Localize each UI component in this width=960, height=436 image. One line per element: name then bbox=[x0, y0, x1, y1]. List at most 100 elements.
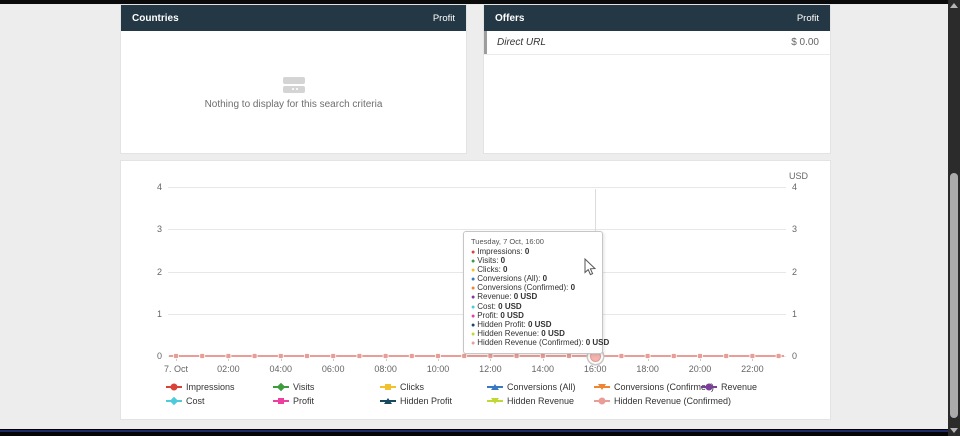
legend-item[interactable]: Hidden Revenue (Confirmed) bbox=[594, 396, 701, 406]
y-axis-label-right: 2 bbox=[792, 267, 822, 277]
series-marker[interactable] bbox=[514, 354, 519, 359]
y-axis-unit-label: USD bbox=[789, 171, 808, 181]
countries-metric-header[interactable]: Profit bbox=[433, 13, 455, 24]
window-bottom-bar bbox=[0, 429, 948, 436]
series-marker[interactable] bbox=[567, 354, 572, 359]
chart-card: USD 44332211007. Oct02:0004:0006:0008:00… bbox=[120, 160, 831, 420]
series-marker[interactable] bbox=[645, 354, 650, 359]
legend-item[interactable]: Hidden Profit bbox=[380, 396, 487, 406]
legend-marker-icon bbox=[273, 397, 289, 406]
offers-table-row[interactable]: Direct URL $ 0.00 bbox=[484, 31, 830, 55]
x-axis-label: 06:00 bbox=[322, 364, 345, 374]
legend-label: Clicks bbox=[400, 382, 424, 392]
legend-item[interactable]: Conversions (All) bbox=[487, 382, 594, 392]
tooltip-series-dot-icon: ● bbox=[471, 331, 475, 338]
series-marker[interactable] bbox=[305, 354, 310, 359]
legend-marker-icon bbox=[380, 383, 396, 392]
legend-label: Conversions (Confirmed) bbox=[614, 382, 714, 392]
offer-name[interactable]: Direct URL bbox=[497, 37, 546, 48]
y-axis-label-right: 1 bbox=[792, 309, 822, 319]
countries-panel: Countries Profit Nothing to display for … bbox=[120, 4, 467, 154]
offer-profit-value: $ 0.00 bbox=[791, 37, 819, 48]
tooltip-series-dot-icon: ● bbox=[471, 276, 475, 283]
series-marker[interactable] bbox=[331, 354, 336, 359]
tooltip-series-dot-icon: ● bbox=[471, 285, 475, 292]
tooltip-title: Tuesday, 7 Oct, 16:00 bbox=[471, 237, 595, 246]
series-marker[interactable] bbox=[200, 354, 205, 359]
x-axis-label: 10:00 bbox=[427, 364, 450, 374]
page-scrollbar[interactable] bbox=[948, 0, 960, 436]
countries-empty-state: Nothing to display for this search crite… bbox=[121, 31, 466, 155]
y-axis-label-left: 0 bbox=[126, 351, 162, 361]
y-axis-label-right: 3 bbox=[792, 224, 822, 234]
tooltip-series-dot-icon: ● bbox=[471, 313, 475, 320]
x-axis-label: 14:00 bbox=[532, 364, 555, 374]
legend-item[interactable]: Revenue bbox=[701, 382, 808, 392]
chart-legend: Impressions Visits Clicks Conversions (All)… bbox=[166, 382, 808, 406]
offers-panel: Offers Profit Direct URL $ 0.00 bbox=[483, 4, 831, 154]
legend-label: Revenue bbox=[721, 382, 757, 392]
legend-marker-icon bbox=[380, 397, 396, 406]
x-axis-label: 20:00 bbox=[689, 364, 712, 374]
legend-marker-icon bbox=[487, 397, 503, 406]
series-marker[interactable] bbox=[252, 354, 257, 359]
series-marker[interactable] bbox=[226, 354, 231, 359]
tooltip-series-dot-icon: ● bbox=[471, 267, 475, 274]
legend-item[interactable]: Profit bbox=[273, 396, 380, 406]
tooltip-rows: ●Impressions: 0●Visits: 0●Clicks: 0●Conv… bbox=[471, 248, 595, 348]
tooltip-series-dot-icon: ● bbox=[471, 294, 475, 301]
legend-marker-icon bbox=[594, 397, 610, 406]
tooltip-series-dot-icon: ● bbox=[471, 258, 475, 265]
scrollbar-up-icon[interactable] bbox=[950, 3, 958, 8]
x-axis-label: 18:00 bbox=[636, 364, 659, 374]
legend-label: Impressions bbox=[186, 382, 235, 392]
tooltip-series-dot-icon: ● bbox=[471, 249, 475, 256]
dashboard-screen: Countries Profit Nothing to display for … bbox=[0, 0, 960, 436]
series-marker[interactable] bbox=[278, 354, 283, 359]
x-axis-label: 02:00 bbox=[217, 364, 240, 374]
series-marker[interactable] bbox=[698, 354, 703, 359]
legend-marker-icon bbox=[273, 383, 289, 392]
tooltip-series-dot-icon: ● bbox=[471, 322, 475, 329]
legend-label: Hidden Revenue bbox=[507, 396, 574, 406]
series-marker[interactable] bbox=[462, 354, 467, 359]
legend-marker-icon bbox=[487, 383, 503, 392]
mouse-cursor-icon bbox=[584, 258, 596, 276]
scrollbar-thumb[interactable] bbox=[950, 173, 958, 418]
series-marker[interactable] bbox=[409, 354, 414, 359]
series-marker[interactable] bbox=[357, 354, 362, 359]
scrollbar-down-icon[interactable] bbox=[950, 428, 958, 433]
legend-item[interactable]: Impressions bbox=[166, 382, 273, 392]
series-marker[interactable] bbox=[671, 354, 676, 359]
legend-label: Visits bbox=[293, 382, 314, 392]
y-axis-label-left: 2 bbox=[126, 267, 162, 277]
legend-item[interactable]: Cost bbox=[166, 396, 273, 406]
offers-panel-header: Offers Profit bbox=[484, 5, 830, 31]
legend-label: Hidden Revenue (Confirmed) bbox=[614, 396, 731, 406]
countries-panel-header: Countries Profit bbox=[121, 5, 466, 31]
empty-stack-icon bbox=[283, 77, 305, 93]
y-axis-label-left: 1 bbox=[126, 309, 162, 319]
y-axis-label-left: 3 bbox=[126, 224, 162, 234]
legend-item[interactable]: Clicks bbox=[380, 382, 487, 392]
series-marker[interactable] bbox=[776, 354, 781, 359]
offers-metric-header[interactable]: Profit bbox=[797, 13, 819, 24]
tooltip-series-dot-icon: ● bbox=[471, 340, 475, 347]
x-axis-label: 12:00 bbox=[479, 364, 502, 374]
legend-label: Profit bbox=[293, 396, 314, 406]
x-axis-label: 22:00 bbox=[741, 364, 764, 374]
legend-item[interactable]: Conversions (Confirmed) bbox=[594, 382, 701, 392]
series-marker[interactable] bbox=[174, 354, 179, 359]
legend-item[interactable]: Visits bbox=[273, 382, 380, 392]
legend-marker-icon bbox=[594, 383, 610, 392]
series-marker[interactable] bbox=[724, 354, 729, 359]
series-marker[interactable] bbox=[750, 354, 755, 359]
offers-list-scrollbar[interactable] bbox=[484, 31, 487, 54]
series-marker[interactable] bbox=[488, 354, 493, 359]
legend-item[interactable]: Hidden Revenue bbox=[487, 396, 594, 406]
series-marker[interactable] bbox=[383, 354, 388, 359]
legend-label: Cost bbox=[186, 396, 205, 406]
series-marker[interactable] bbox=[436, 354, 441, 359]
series-marker[interactable] bbox=[540, 354, 545, 359]
series-marker[interactable] bbox=[619, 354, 624, 359]
